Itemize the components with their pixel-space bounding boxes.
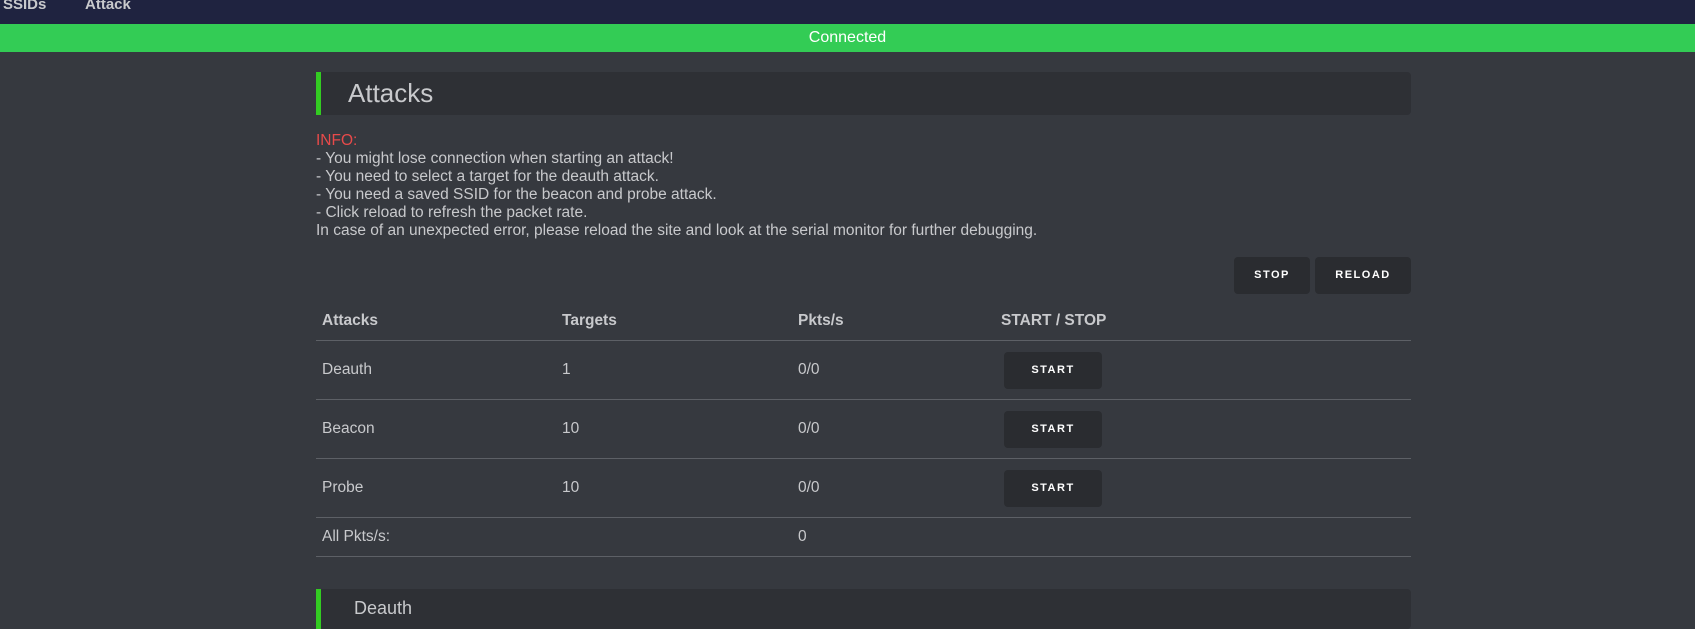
attack-name: Deauth — [316, 340, 556, 400]
nav-link-ssids[interactable]: SSIDs — [3, 0, 46, 15]
attack-action-cell: START — [995, 399, 1411, 459]
info-line: - You need to select a target for the de… — [316, 168, 659, 185]
stop-all-button[interactable]: STOP — [1234, 257, 1310, 294]
attack-pkts: 0/0 — [792, 399, 995, 459]
top-nav: SSIDs Attack — [0, 0, 1695, 24]
attack-action-cell: START — [995, 340, 1411, 400]
attack-name: Beacon — [316, 399, 556, 459]
info-line: - Click reload to refresh the packet rat… — [316, 204, 588, 221]
column-header-start-stop: START / STOP — [995, 302, 1411, 341]
column-header-attacks: Attacks — [316, 302, 556, 341]
attack-toolbar: STOP RELOAD — [316, 257, 1411, 295]
attack-targets: 10 — [556, 458, 792, 518]
attack-targets: 1 — [556, 340, 792, 400]
main-container: Attacks INFO: - You might lose connectio… — [316, 72, 1411, 629]
info-title: INFO: — [316, 132, 358, 149]
table-row-probe: Probe 10 0/0 START — [316, 458, 1411, 518]
total-pkts-label: All Pkts/s: — [316, 517, 556, 557]
total-empty-cell — [556, 517, 792, 557]
table-row-deauth: Deauth 1 0/0 START — [316, 340, 1411, 400]
attack-pkts: 0/0 — [792, 458, 995, 518]
info-block: INFO: - You might lose connection when s… — [316, 132, 1411, 240]
info-line: In case of an unexpected error, please r… — [316, 222, 1038, 239]
attack-action-cell: START — [995, 458, 1411, 518]
attacks-table: Attacks Targets Pkts/s START / STOP Deau… — [316, 302, 1411, 557]
table-row-beacon: Beacon 10 0/0 START — [316, 399, 1411, 459]
page-title: Attacks — [348, 78, 434, 108]
column-header-pkts: Pkts/s — [792, 302, 995, 341]
info-line: - You need a saved SSID for the beacon a… — [316, 186, 717, 203]
probe-start-button[interactable]: START — [1004, 469, 1102, 507]
total-empty-cell — [995, 517, 1411, 557]
deauth-section-header: Deauth — [316, 589, 1411, 629]
nav-link-attack[interactable]: Attack — [85, 0, 131, 15]
reload-button[interactable]: RELOAD — [1315, 257, 1411, 294]
attacks-section-header: Attacks — [316, 72, 1411, 115]
table-row-total: All Pkts/s: 0 — [316, 517, 1411, 557]
table-header-row: Attacks Targets Pkts/s START / STOP — [316, 302, 1411, 341]
attack-pkts: 0/0 — [792, 340, 995, 400]
connection-status-bar: Connected — [0, 24, 1695, 52]
beacon-start-button[interactable]: START — [1004, 410, 1102, 448]
attack-name: Probe — [316, 458, 556, 518]
info-line: - You might lose connection when startin… — [316, 150, 674, 167]
column-header-targets: Targets — [556, 302, 792, 341]
attack-targets: 10 — [556, 399, 792, 459]
deauth-start-button[interactable]: START — [1004, 351, 1102, 389]
section-title-deauth: Deauth — [354, 598, 413, 618]
total-pkts-value: 0 — [792, 517, 995, 557]
